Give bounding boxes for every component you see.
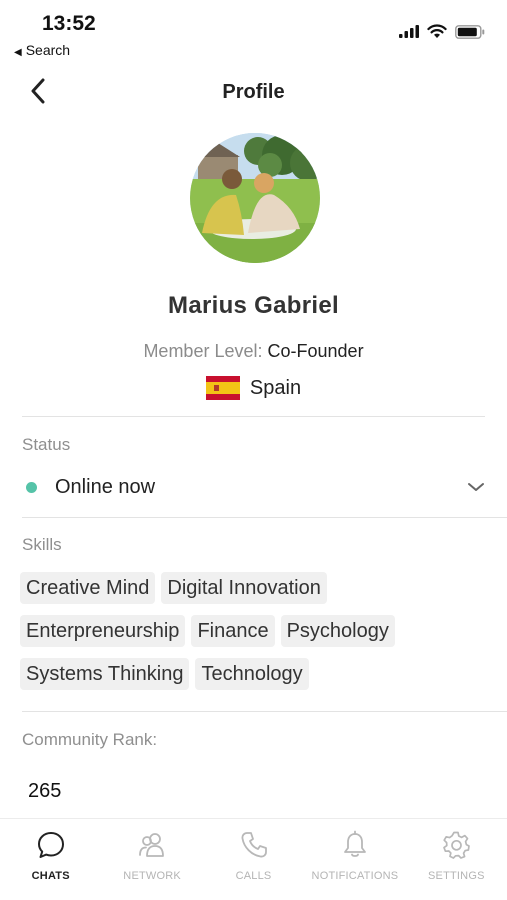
tab-chats[interactable]: CHATS	[0, 819, 101, 900]
member-level: Member Level: Co-Founder	[0, 341, 507, 362]
skills-section-label: Skills	[22, 535, 62, 554]
nav-bar: Profile	[0, 62, 507, 120]
tab-notifications[interactable]: NOTIFICATIONS	[304, 819, 405, 900]
community-rank-label: Community Rank:	[22, 730, 158, 749]
skill-chip: Finance	[191, 615, 275, 647]
divider	[22, 711, 507, 712]
back-triangle-icon: ◀	[14, 47, 22, 58]
skill-chip: Systems Thinking	[20, 658, 190, 690]
status-value: Online now	[55, 475, 156, 498]
cellular-signal-icon	[399, 25, 419, 38]
battery-icon	[455, 24, 485, 39]
skill-chip: Digital Innovation	[161, 572, 327, 604]
country-row: Spain	[0, 376, 507, 400]
bell-icon	[344, 830, 366, 857]
tab-label: CHATS	[31, 870, 70, 882]
status-icons	[399, 24, 485, 39]
avatar-photo	[190, 133, 320, 263]
tab-settings[interactable]: SETTINGS	[406, 819, 507, 900]
tab-label: CALLS	[235, 870, 272, 882]
status-dropdown[interactable]: Online now	[22, 471, 485, 503]
clock: 13:52	[42, 12, 96, 35]
chat-bubble-icon	[37, 832, 64, 858]
tab-label: NETWORK	[123, 870, 181, 882]
tab-label: SETTINGS	[428, 870, 485, 882]
country-name: Spain	[249, 376, 302, 399]
community-rank-value: 265	[28, 780, 62, 802]
skills-list: Creative Mind Digital Innovation Enterpr…	[20, 572, 480, 690]
skill-chip: Creative Mind	[20, 572, 156, 604]
divider	[22, 517, 507, 518]
skill-chip: Technology	[195, 658, 309, 690]
back-to-app-link[interactable]: ◀ Search	[14, 42, 70, 58]
spain-flag-icon	[205, 376, 240, 400]
status-bar: 13:52 ◀ Search	[0, 0, 507, 62]
profile-name: Marius Gabriel	[168, 292, 339, 319]
back-app-label: Search	[25, 42, 71, 58]
tab-label: NOTIFICATIONS	[311, 870, 399, 882]
status-section-label: Status	[22, 435, 71, 454]
online-dot-icon	[26, 481, 37, 493]
wifi-icon	[427, 24, 447, 38]
gear-icon	[443, 831, 471, 859]
member-level-label: Member Level:	[143, 341, 263, 361]
skill-chip: Enterpreneurship	[20, 615, 186, 647]
page-title: Profile	[222, 81, 285, 103]
phone-icon	[241, 832, 267, 858]
tab-calls[interactable]: CALLS	[203, 819, 304, 900]
skill-chip: Psychology	[280, 615, 395, 647]
network-icon	[139, 833, 165, 857]
tab-network[interactable]: NETWORK	[101, 819, 202, 900]
avatar	[190, 133, 320, 263]
tab-bar: CHATS NETWORK CALLS NOTIFICATIONS SETTIN…	[0, 818, 507, 900]
member-level-value: Co-Founder	[267, 341, 364, 361]
chevron-down-icon	[468, 483, 484, 491]
divider	[22, 416, 485, 417]
